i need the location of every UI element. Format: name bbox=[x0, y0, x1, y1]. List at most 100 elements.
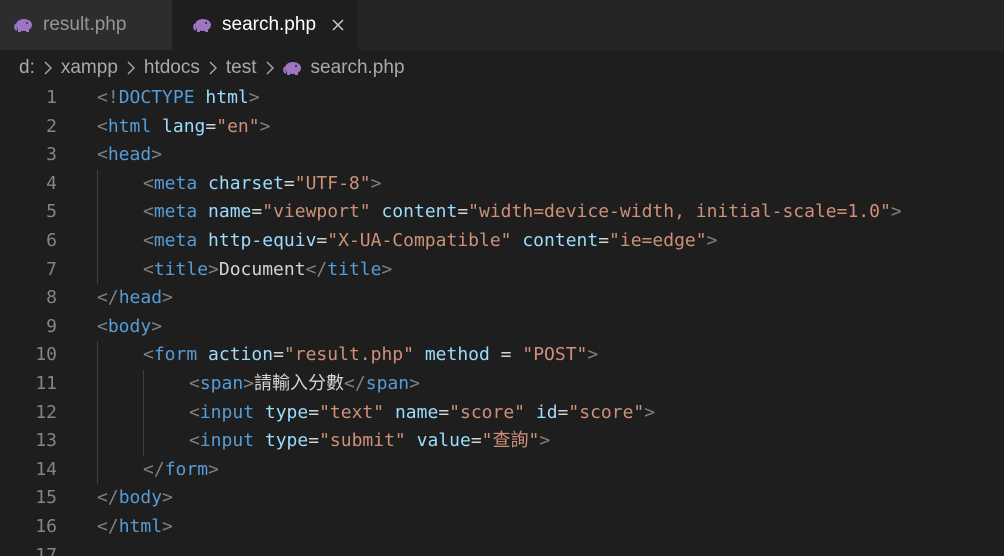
code-content: <meta name="viewport" content="width=dev… bbox=[143, 198, 902, 227]
code-token: > bbox=[381, 258, 393, 280]
code-token: > bbox=[248, 87, 260, 108]
code-token: </ bbox=[97, 487, 119, 509]
breadcrumb-file[interactable]: search.php bbox=[311, 57, 405, 79]
code-token: html bbox=[205, 87, 249, 108]
code-content: <form action="result.php" method = "POST… bbox=[143, 341, 598, 370]
code-token: > bbox=[890, 201, 902, 223]
breadcrumb-item[interactable]: htdocs bbox=[144, 57, 200, 79]
code-token: 請輸入分數 bbox=[254, 373, 345, 394]
code-token: http-equiv bbox=[208, 230, 317, 251]
code-content: <!DOCTYPE html> bbox=[97, 84, 260, 113]
code-line[interactable]: 6 <meta http-equiv="X-UA-Compatible" cont… bbox=[0, 227, 1004, 256]
code-token: > bbox=[151, 144, 163, 166]
code-token: "score" bbox=[568, 401, 645, 423]
code-line[interactable]: 8 </head> bbox=[0, 284, 1004, 313]
code-token: = bbox=[470, 430, 482, 452]
code-content: <html lang="en"> bbox=[97, 113, 270, 142]
code-line[interactable]: 15 </body> bbox=[0, 484, 1004, 513]
code-line[interactable]: 12 <input type="text" name="score" id="sc… bbox=[0, 399, 1004, 428]
chevron-right-icon bbox=[209, 61, 217, 75]
code-token: > bbox=[208, 258, 219, 280]
code-token: title bbox=[153, 258, 209, 280]
code-token: > bbox=[162, 516, 173, 537]
code-token: form bbox=[164, 458, 209, 480]
code-token: action bbox=[208, 344, 274, 366]
code-token: name bbox=[394, 401, 439, 423]
code-token: < bbox=[143, 172, 154, 194]
code-token: "查詢" bbox=[481, 430, 540, 452]
code-content: <body> bbox=[97, 313, 162, 342]
code-token: content bbox=[522, 230, 599, 251]
code-token: = bbox=[205, 115, 217, 137]
code-token: < bbox=[97, 115, 108, 137]
code-token: = bbox=[457, 201, 469, 223]
code-line[interactable]: 4 <meta charset="UTF-8"> bbox=[0, 170, 1004, 199]
code-token: > bbox=[162, 487, 173, 509]
code-line[interactable]: 10 <form action="result.php" method = "PO… bbox=[0, 341, 1004, 370]
code-token: lang bbox=[162, 115, 206, 137]
code-line[interactable]: 11 <span>請輸入分數</span> bbox=[0, 370, 1004, 399]
code-token: = bbox=[273, 344, 284, 366]
code-token: = bbox=[308, 401, 320, 423]
code-token: = bbox=[598, 230, 610, 251]
code-line[interactable]: 5 <meta name="viewport" content="width=de… bbox=[0, 198, 1004, 227]
php-elephant-icon bbox=[193, 19, 211, 32]
code-token: = bbox=[251, 201, 263, 223]
code-token: value bbox=[416, 430, 471, 452]
code-token: < bbox=[189, 430, 200, 452]
code-token: "UTF-8" bbox=[294, 172, 371, 194]
code-content: <title>Document</title> bbox=[143, 256, 392, 285]
breadcrumb-item[interactable]: xampp bbox=[61, 57, 118, 79]
code-token: body bbox=[107, 315, 152, 337]
line-number: 6 bbox=[46, 230, 57, 251]
code-token: = bbox=[438, 401, 450, 423]
tab-result-php[interactable]: result.php bbox=[0, 0, 172, 50]
code-token: head bbox=[107, 144, 152, 166]
code-line[interactable]: 1 <!DOCTYPE html> bbox=[0, 84, 1004, 113]
indent-guide bbox=[97, 341, 98, 485]
code-token: > bbox=[151, 315, 163, 337]
line-number: 2 bbox=[46, 115, 57, 137]
code-line[interactable]: 2 <html lang="en"> bbox=[0, 113, 1004, 142]
code-token: </ bbox=[97, 287, 119, 309]
code-token: DOCTYPE bbox=[118, 87, 195, 108]
code-token: "text" bbox=[319, 401, 385, 423]
code-token: < bbox=[143, 344, 154, 366]
code-token: charset bbox=[208, 172, 284, 194]
breadcrumb-item[interactable]: test bbox=[226, 57, 257, 79]
code-line[interactable]: 7 <title>Document</title> bbox=[0, 256, 1004, 285]
code-token: html bbox=[118, 516, 163, 537]
code-token: < bbox=[143, 258, 154, 280]
code-token: <! bbox=[97, 87, 119, 108]
code-token: > bbox=[539, 430, 551, 452]
breadcrumb-item[interactable]: d: bbox=[19, 57, 35, 79]
code-token: = bbox=[308, 430, 320, 452]
code-content: </body> bbox=[97, 484, 173, 513]
tab-label: result.php bbox=[43, 14, 127, 35]
code-line[interactable]: 17 bbox=[0, 542, 1004, 556]
code-line[interactable]: 13 <input type="submit" value="查詢"> bbox=[0, 427, 1004, 456]
code-token: </ bbox=[305, 258, 328, 280]
line-number: 1 bbox=[46, 87, 57, 108]
code-line[interactable]: 16 </html> bbox=[0, 513, 1004, 542]
code-editor[interactable]: 1 <!DOCTYPE html> 2 <html lang="en"> 3 <head>… bbox=[0, 84, 1004, 556]
code-token: "submit" bbox=[319, 430, 406, 452]
code-line[interactable]: 3 <head> bbox=[0, 141, 1004, 170]
code-token: "result.php" bbox=[283, 344, 414, 366]
line-number: 13 bbox=[35, 430, 57, 452]
close-icon[interactable] bbox=[330, 17, 346, 33]
code-token: > bbox=[409, 373, 420, 394]
code-token: form bbox=[153, 344, 198, 366]
code-token: type bbox=[264, 401, 309, 423]
code-token: meta bbox=[153, 230, 198, 251]
code-line[interactable]: 14 </form> bbox=[0, 456, 1004, 485]
code-line[interactable]: 9 <body> bbox=[0, 313, 1004, 342]
tab-search-php[interactable]: search.php bbox=[172, 0, 358, 50]
code-content: <span>請輸入分數</span> bbox=[189, 370, 420, 399]
